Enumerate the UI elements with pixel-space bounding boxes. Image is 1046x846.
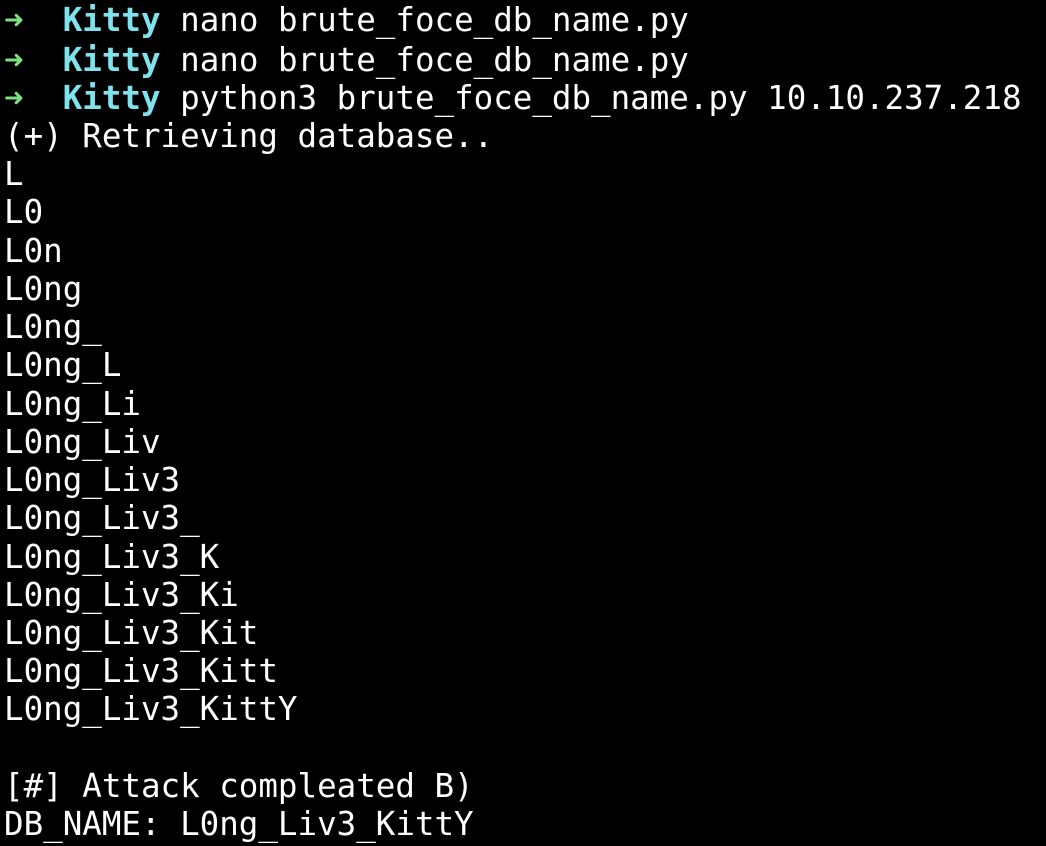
prompt-arrow-icon: ➜ — [4, 1, 24, 39]
prompt-directory: Kitty — [62, 1, 161, 39]
progress-line: L0ng_Liv3_ — [4, 499, 200, 537]
progress-line: L0ng_ — [4, 308, 102, 346]
prompt-directory: Kitty — [62, 41, 161, 79]
terminal-window[interactable]: ➜ Kitty nano brute_foce_db_name.py ➜ Kit… — [0, 0, 1046, 846]
progress-line: L0n — [4, 232, 63, 270]
prompt-arrow-icon: ➜ — [4, 41, 24, 79]
retrieving-message: (+) Retrieving database.. — [4, 117, 494, 155]
progress-line: L0ng_Liv — [4, 423, 161, 461]
progress-line: L0ng_L — [4, 346, 122, 384]
terminal-prompt-line: ➜ Kitty python3 brute_foce_db_name.py 10… — [4, 79, 1022, 117]
prompt-directory: Kitty — [62, 79, 161, 117]
progress-line: L0ng_Liv3_K — [4, 538, 220, 576]
db-name-result: DB_NAME: L0ng_Liv3_KittY — [4, 805, 474, 843]
progress-line: L0 — [4, 193, 44, 231]
progress-line: L0ng_Liv3_Kit — [4, 614, 259, 652]
command-text: python3 brute_foce_db_name.py 10.10.237.… — [180, 79, 1022, 117]
progress-line: L0ng_Liv3_Ki — [4, 576, 239, 614]
terminal-prompt-line: ➜ Kitty nano brute_foce_db_name.py — [4, 41, 689, 79]
progress-line: L0ng_Liv3_KittY — [4, 690, 298, 728]
prompt-arrow-icon: ➜ — [4, 79, 24, 117]
progress-line: L0ng_Li — [4, 385, 141, 423]
terminal-prompt-line: ➜ Kitty nano brute_foce_db_name.py — [4, 1, 689, 39]
progress-line: L0ng_Liv3 — [4, 461, 181, 499]
progress-line: L0ng — [4, 270, 83, 308]
command-text: nano brute_foce_db_name.py — [180, 1, 689, 39]
command-text: nano brute_foce_db_name.py — [180, 41, 689, 79]
progress-line: L0ng_Liv3_Kitt — [4, 652, 278, 690]
attack-completed-message: [#] Attack compleated B) — [4, 767, 474, 805]
progress-line: L — [4, 155, 24, 193]
